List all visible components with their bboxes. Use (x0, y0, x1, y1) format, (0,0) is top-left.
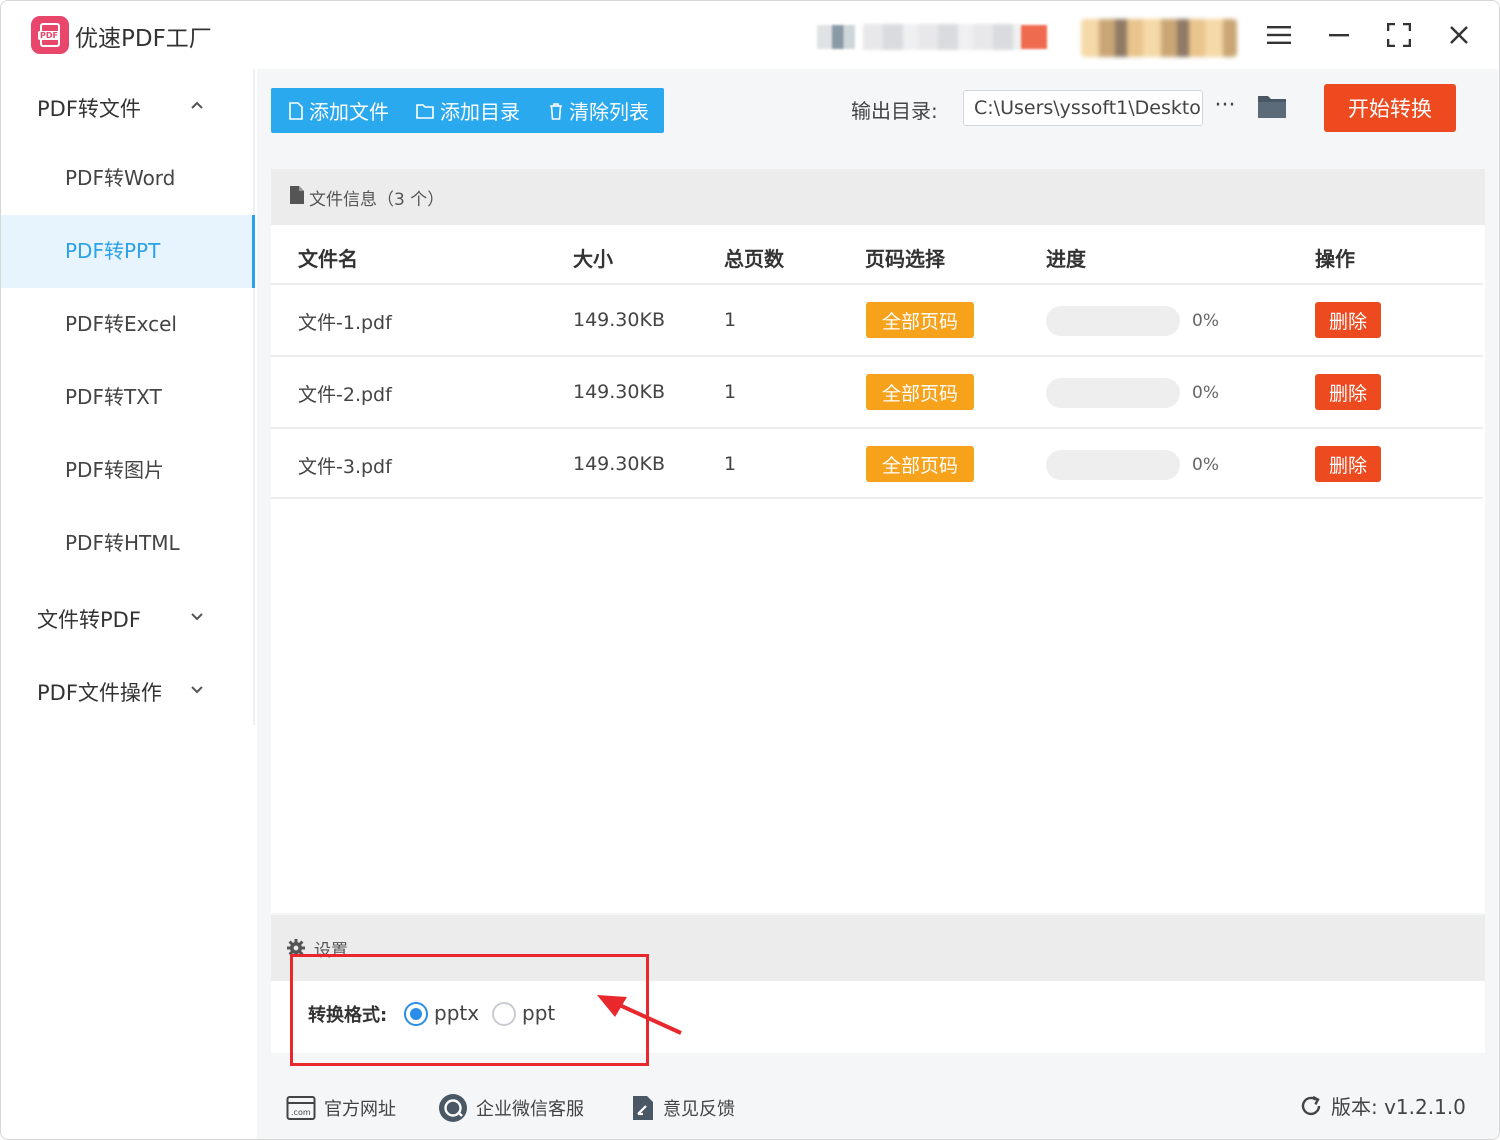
column-header-pages: 总页数 (724, 247, 784, 271)
sidebar-group-file-to-pdf[interactable]: 文件转PDF (37, 604, 141, 634)
file-name: 文件-3.pdf (298, 456, 392, 478)
page-select-button[interactable]: 全部页码 (866, 302, 974, 338)
chat-icon (439, 1094, 467, 1122)
delete-button[interactable]: 删除 (1315, 446, 1381, 482)
sidebar-item-pdf-to-image[interactable]: PDF转图片 (1, 434, 255, 507)
feedback-icon (633, 1096, 653, 1120)
sidebar-item-pdf-to-ppt[interactable]: PDF转PPT (1, 215, 255, 288)
clear-list-button[interactable]: 清除列表 (549, 88, 649, 133)
maximize-icon[interactable] (1381, 17, 1417, 53)
minimize-icon[interactable] (1321, 17, 1357, 53)
app-logo-icon: PDF (31, 16, 69, 54)
file-pages: 1 (724, 381, 737, 403)
sidebar-group-pdf-operations[interactable]: PDF文件操作 (37, 677, 162, 707)
version-info: 版本: v1.2.1.0 (1299, 1091, 1466, 1120)
red-arrow-annotation (597, 995, 682, 1035)
open-folder-icon[interactable] (1257, 93, 1287, 121)
blurred-avatar (1081, 19, 1237, 57)
file-size: 149.30KB (573, 453, 665, 475)
file-size: 149.30KB (573, 381, 665, 403)
progress-bar (1046, 306, 1180, 336)
output-dir-field[interactable]: C:\Users\yssoft1\Desktop (963, 90, 1203, 126)
column-header-action: 操作 (1315, 247, 1355, 271)
file-panel-header (271, 169, 1485, 225)
chevron-up-icon (191, 101, 203, 109)
file-icon (289, 101, 303, 120)
progress-text: 0% (1192, 311, 1219, 331)
blurred-account-info (817, 25, 855, 49)
file-name: 文件-2.pdf (298, 384, 392, 406)
title-bar: PDF 优速PDF工厂 (1, 1, 1499, 69)
sidebar-item-pdf-to-excel[interactable]: PDF转Excel (1, 288, 255, 361)
version-text: 版本: v1.2.1.0 (1331, 1095, 1466, 1119)
wechat-support-link[interactable]: 企业微信客服 (438, 1093, 584, 1123)
column-header-size: 大小 (573, 247, 613, 271)
svg-text:.com: .com (291, 1108, 311, 1117)
chevron-down-icon (191, 613, 203, 621)
column-header-filename: 文件名 (298, 247, 358, 271)
delete-button[interactable]: 删除 (1315, 374, 1381, 410)
folder-icon (416, 103, 434, 119)
website-icon: .com (286, 1096, 316, 1120)
file-name: 文件-1.pdf (298, 312, 392, 334)
sidebar-item-pdf-to-txt[interactable]: PDF转TXT (1, 361, 255, 434)
sidebar-item-pdf-to-html[interactable]: PDF转HTML (1, 507, 255, 580)
file-size: 149.30KB (573, 309, 665, 331)
close-icon[interactable] (1441, 17, 1477, 53)
file-list-panel (271, 169, 1485, 913)
progress-bar (1046, 450, 1180, 480)
column-header-page-select: 页码选择 (865, 247, 945, 271)
column-header-progress: 进度 (1046, 247, 1086, 271)
feedback-link[interactable]: 意见反馈 (631, 1093, 735, 1123)
trash-icon (550, 102, 562, 120)
progress-text: 0% (1192, 383, 1219, 403)
progress-text: 0% (1192, 455, 1219, 475)
blurred-account-info (863, 24, 1021, 50)
sidebar-item-pdf-to-word[interactable]: PDF转Word (1, 142, 255, 215)
page-select-button[interactable]: 全部页码 (866, 374, 974, 410)
progress-bar (1046, 378, 1180, 408)
chevron-down-icon (191, 686, 203, 694)
add-folder-button[interactable]: 添加目录 (416, 88, 520, 133)
app-title: 优速PDF工厂 (75, 26, 212, 52)
sidebar-group-pdf-to-file[interactable]: PDF转文件 (37, 93, 141, 123)
file-pages: 1 (724, 309, 737, 331)
menu-icon[interactable] (1261, 17, 1297, 53)
app-window: PDF 优速PDF工厂 PDF转文件 PDF转Word PDF转PPT PDF转… (0, 0, 1500, 1140)
website-link[interactable]: .com 官方网址 (286, 1093, 396, 1123)
file-button-group: 添加文件 添加目录 清除列表 (271, 88, 664, 133)
blurred-account-info (1021, 25, 1047, 49)
add-file-button[interactable]: 添加文件 (289, 88, 389, 133)
refresh-icon (1301, 1095, 1321, 1115)
file-pages: 1 (724, 453, 737, 475)
output-dir-label: 输出目录: (851, 99, 938, 123)
file-panel-title: 文件信息（3 个） (309, 190, 445, 210)
browse-more-button[interactable]: ··· (1212, 93, 1238, 123)
document-icon (290, 186, 304, 204)
start-convert-button[interactable]: 开始转换 (1324, 84, 1456, 132)
page-select-button[interactable]: 全部页码 (866, 446, 974, 482)
delete-button[interactable]: 删除 (1315, 302, 1381, 338)
